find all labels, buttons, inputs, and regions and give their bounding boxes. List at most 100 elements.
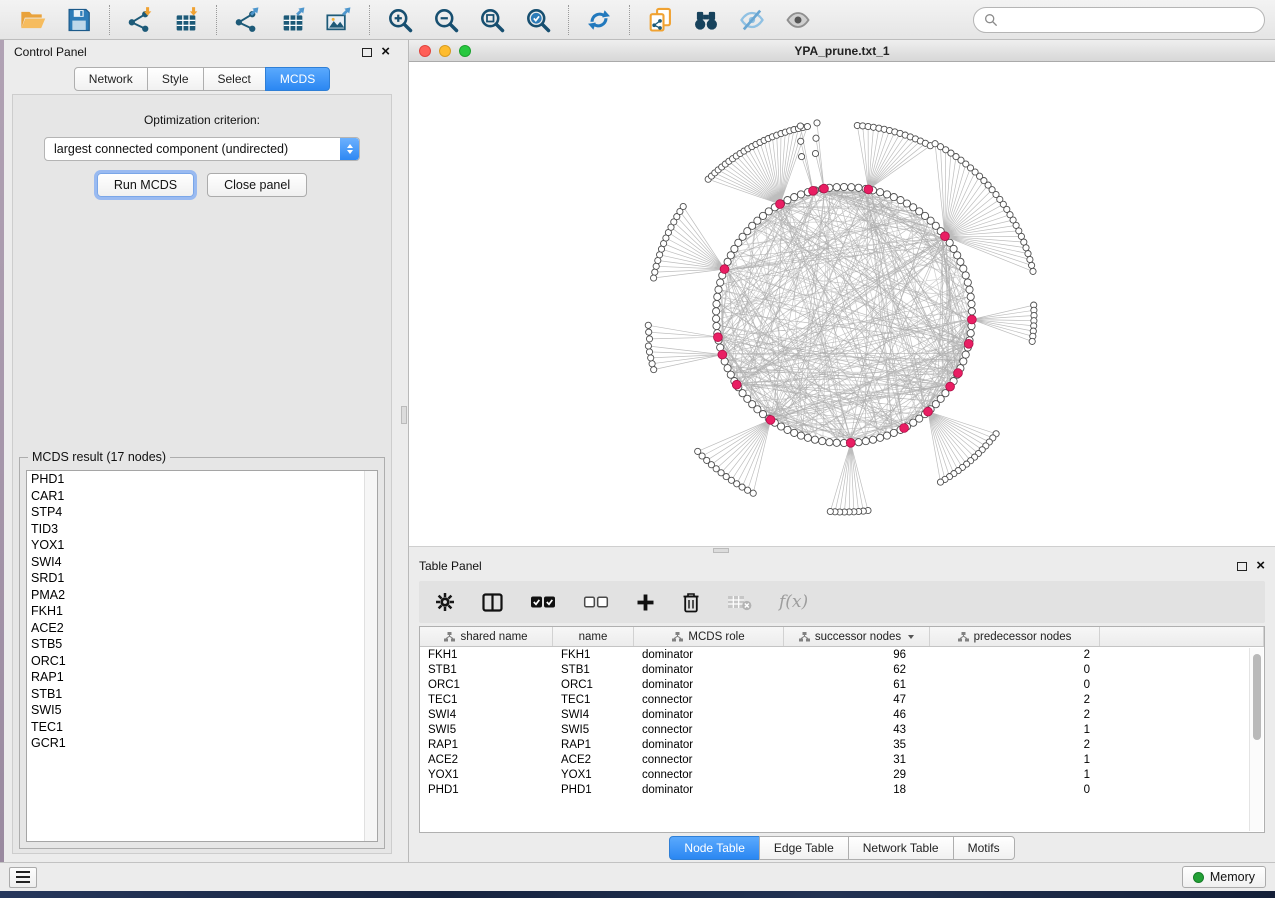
cell-predecessor-nodes[interactable]: 2 [930,709,1100,721]
cell-mcds-role[interactable]: connector [634,754,784,766]
network-canvas[interactable] [409,62,1275,546]
close-panel-button[interactable]: Close panel [207,173,307,197]
search-input[interactable] [1004,13,1254,27]
table-tab-network-table[interactable]: Network Table [848,836,954,860]
split-panel-button[interactable] [482,593,503,612]
mcds-result-item[interactable]: PHD1 [27,471,377,488]
cell-name[interactable]: ORC1 [553,679,634,691]
add-button[interactable] [636,593,655,612]
cell-predecessor-nodes[interactable]: 0 [930,664,1100,676]
cell-shared-name[interactable]: ACE2 [420,754,553,766]
cell-mcds-role[interactable]: dominator [634,679,784,691]
mcds-result-item[interactable]: SRD1 [27,570,377,587]
cell-shared-name[interactable]: STB1 [420,664,553,676]
mcds-hub-node[interactable] [732,380,741,389]
column-header-shared-name[interactable]: shared name [420,627,553,646]
cell-successor-nodes[interactable]: 61 [784,679,930,691]
cell-successor-nodes[interactable]: 43 [784,724,930,736]
zoom-out-button[interactable] [423,0,469,39]
status-menu-button[interactable] [9,867,37,888]
table-row[interactable]: PHD1 PHD1 dominator 18 0 [420,782,1264,797]
cell-name[interactable]: PHD1 [553,784,634,796]
cell-mcds-role[interactable]: connector [634,769,784,781]
mcds-result-item[interactable]: PMA2 [27,587,377,604]
cell-shared-name[interactable]: RAP1 [420,739,553,751]
memory-button[interactable]: Memory [1182,866,1266,888]
vertical-splitter-handle[interactable] [401,406,407,424]
cell-name[interactable]: YOX1 [553,769,634,781]
mcds-hub-node[interactable] [900,424,909,433]
refresh-button[interactable] [576,0,622,39]
cell-mcds-role[interactable]: dominator [634,739,784,751]
cell-successor-nodes[interactable]: 47 [784,694,930,706]
cell-shared-name[interactable]: TEC1 [420,694,553,706]
horizontal-splitter[interactable] [409,546,1275,554]
cell-mcds-role[interactable]: connector [634,694,784,706]
mcds-hub-node[interactable] [864,185,873,194]
mcds-hub-node[interactable] [766,416,775,425]
close-panel-icon[interactable]: × [381,47,390,57]
mcds-hub-node[interactable] [776,200,785,209]
cell-shared-name[interactable]: SWI4 [420,709,553,721]
cell-mcds-role[interactable]: dominator [634,664,784,676]
cell-shared-name[interactable]: ORC1 [420,679,553,691]
mcds-result-item[interactable]: TEC1 [27,719,377,736]
tab-network[interactable]: Network [74,67,148,91]
mcds-result-item[interactable]: ACE2 [27,620,377,637]
import-table-button[interactable] [163,0,209,39]
cell-successor-nodes[interactable]: 62 [784,664,930,676]
window-minimize-icon[interactable] [439,45,451,57]
mcds-result-item[interactable]: FKH1 [27,603,377,620]
zoom-selected-button[interactable] [515,0,561,39]
hide-button[interactable] [729,0,775,39]
cell-predecessor-nodes[interactable]: 0 [930,784,1100,796]
mcds-hub-node[interactable] [954,369,963,378]
table-row[interactable]: YOX1 YOX1 connector 29 1 [420,767,1264,782]
vertical-splitter[interactable] [400,40,408,862]
cell-successor-nodes[interactable]: 29 [784,769,930,781]
mcds-result-item[interactable]: SWI4 [27,554,377,571]
float-table-panel-icon[interactable] [1237,562,1247,571]
cell-name[interactable]: TEC1 [553,694,634,706]
tab-mcds[interactable]: MCDS [265,67,330,91]
mcds-result-item[interactable]: TID3 [27,521,377,538]
mcds-result-item[interactable]: STB5 [27,636,377,653]
zoom-in-button[interactable] [377,0,423,39]
cell-predecessor-nodes[interactable]: 1 [930,769,1100,781]
table-tab-node-table[interactable]: Node Table [669,836,760,860]
mcds-hub-node[interactable] [968,315,977,324]
horizontal-splitter-handle[interactable] [713,548,729,553]
mcds-result-item[interactable]: CAR1 [27,488,377,505]
clone-network-button[interactable] [637,0,683,39]
tab-select[interactable]: Select [203,67,266,91]
export-image-button[interactable] [316,0,362,39]
cell-successor-nodes[interactable]: 96 [784,649,930,661]
cell-predecessor-nodes[interactable]: 1 [930,724,1100,736]
mcds-hub-node[interactable] [941,232,950,241]
column-header-name[interactable]: name [553,627,634,646]
mcds-result-item[interactable]: YOX1 [27,537,377,554]
zoom-fit-button[interactable] [469,0,515,39]
mcds-list-scrollbar[interactable] [364,471,377,841]
cell-mcds-role[interactable]: dominator [634,709,784,721]
cell-successor-nodes[interactable]: 31 [784,754,930,766]
window-maximize-icon[interactable] [459,45,471,57]
import-network-button[interactable] [117,0,163,39]
cell-name[interactable]: STB1 [553,664,634,676]
mcds-hub-node[interactable] [809,186,818,195]
table-row[interactable]: ACE2 ACE2 connector 31 1 [420,752,1264,767]
mcds-hub-node[interactable] [924,407,933,416]
float-panel-icon[interactable] [362,48,372,57]
mcds-hub-node[interactable] [846,438,855,447]
show-button[interactable] [775,0,821,39]
delete-button[interactable] [682,592,700,613]
save-button[interactable] [56,0,102,39]
mcds-hub-node[interactable] [714,333,723,342]
cell-predecessor-nodes[interactable]: 2 [930,739,1100,751]
table-row[interactable]: FKH1 FKH1 dominator 96 2 [420,647,1264,662]
table-row[interactable]: TEC1 TEC1 connector 47 2 [420,692,1264,707]
cell-name[interactable]: SWI4 [553,709,634,721]
table-scrollbar[interactable] [1249,648,1263,831]
mcds-hub-node[interactable] [820,184,829,193]
table-tab-edge-table[interactable]: Edge Table [759,836,849,860]
